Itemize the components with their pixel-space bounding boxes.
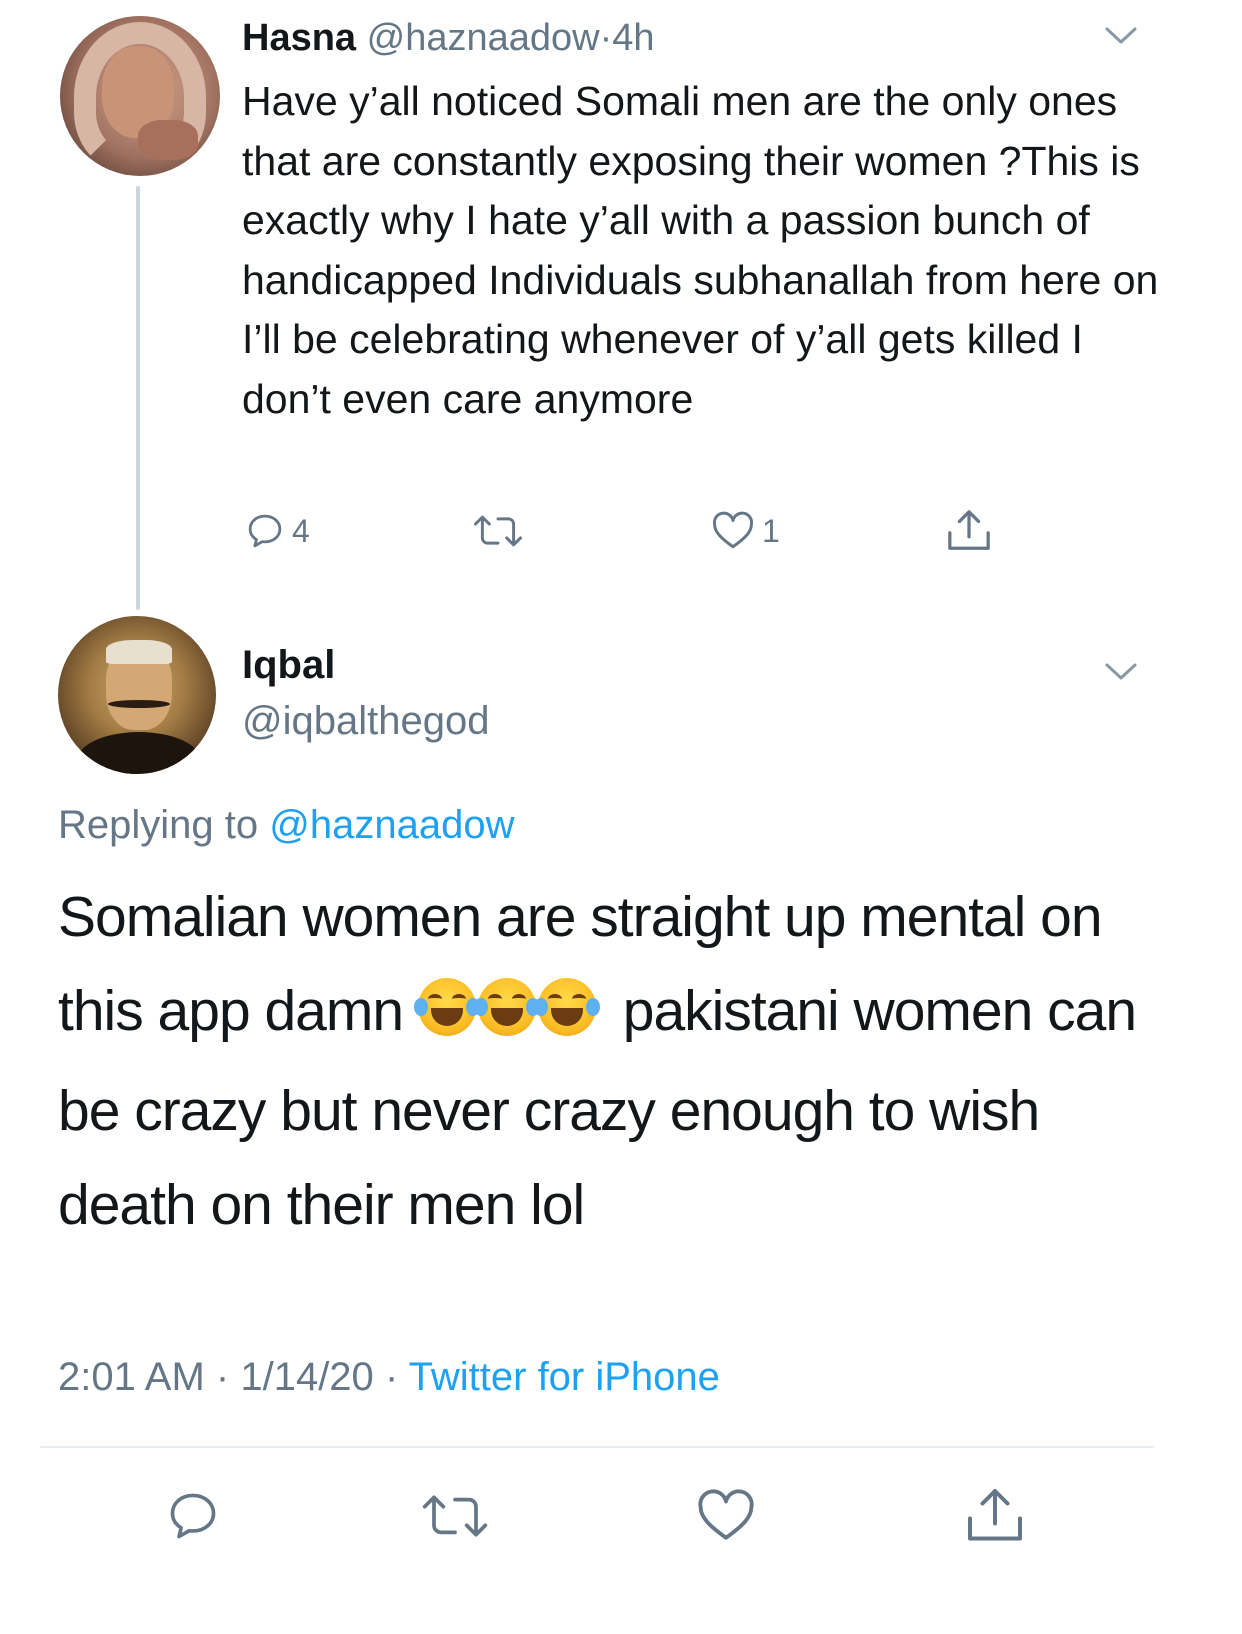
tweet-time[interactable]: 2:01 AM [58, 1355, 205, 1399]
author-handle[interactable]: @iqbalthegod [242, 696, 489, 746]
thread-line [136, 186, 140, 610]
laughing-tears-emoji [413, 978, 480, 1036]
divider [40, 1446, 1154, 1448]
share-icon [948, 510, 990, 550]
share-icon [968, 1489, 1022, 1541]
replying-to-label: Replying to [58, 803, 259, 847]
retweet-button[interactable] [420, 1486, 490, 1546]
like-button[interactable] [694, 1486, 758, 1546]
laughing-tears-emoji [473, 978, 540, 1036]
replying-to: Replying to @haznaadow [58, 800, 514, 850]
laughing-tears-emoji [533, 978, 600, 1036]
retweet-icon [473, 515, 523, 547]
avatar-mustache [108, 700, 170, 708]
reply-count: 4 [292, 512, 310, 549]
tweet-source[interactable]: Twitter for iPhone [409, 1355, 720, 1399]
tweet-timestamp: 2:01 AM · 1/14/20 · Twitter for iPhone [58, 1352, 720, 1402]
meta-separator: · [599, 17, 613, 59]
share-button[interactable] [944, 508, 994, 554]
author-name[interactable]: Iqbal [242, 640, 335, 690]
tweet-date[interactable]: 1/14/20 [240, 1355, 373, 1399]
heart-icon [698, 1489, 754, 1540]
avatar[interactable] [58, 616, 216, 774]
chevron-down-icon[interactable] [1104, 26, 1138, 46]
reply-button[interactable]: 4 [244, 508, 310, 554]
tweet-time[interactable]: 4h [612, 17, 654, 59]
tweet-text: Have y’all noticed Somali men are the on… [242, 78, 1159, 422]
reply-icon [170, 1493, 216, 1539]
retweet-icon [422, 1495, 488, 1537]
reply-button[interactable] [164, 1486, 222, 1546]
replying-to-handle[interactable]: @haznaadow [269, 803, 514, 847]
tweet-text: Somalian women are straight up mental on… [58, 870, 1178, 1252]
like-button[interactable]: 1 [710, 508, 780, 554]
avatar-hand [138, 120, 198, 160]
tweet-header: Hasna @haznaadow·4h [242, 14, 655, 62]
avatar-coat [76, 732, 202, 774]
author-name[interactable]: Hasna [242, 17, 356, 59]
laughing-tears-emoji-group [413, 970, 600, 1064]
heart-icon [712, 511, 754, 549]
author-handle[interactable]: @haznaadow [367, 17, 600, 59]
timestamp-dot: · [384, 1355, 399, 1399]
like-count: 1 [762, 512, 780, 549]
chevron-down-icon[interactable] [1104, 662, 1138, 682]
avatar-hair [106, 640, 172, 664]
avatar[interactable] [60, 16, 220, 176]
reply-icon [248, 514, 282, 548]
share-button[interactable] [962, 1486, 1028, 1546]
timestamp-dot: · [215, 1355, 230, 1399]
retweet-button[interactable] [472, 508, 524, 554]
